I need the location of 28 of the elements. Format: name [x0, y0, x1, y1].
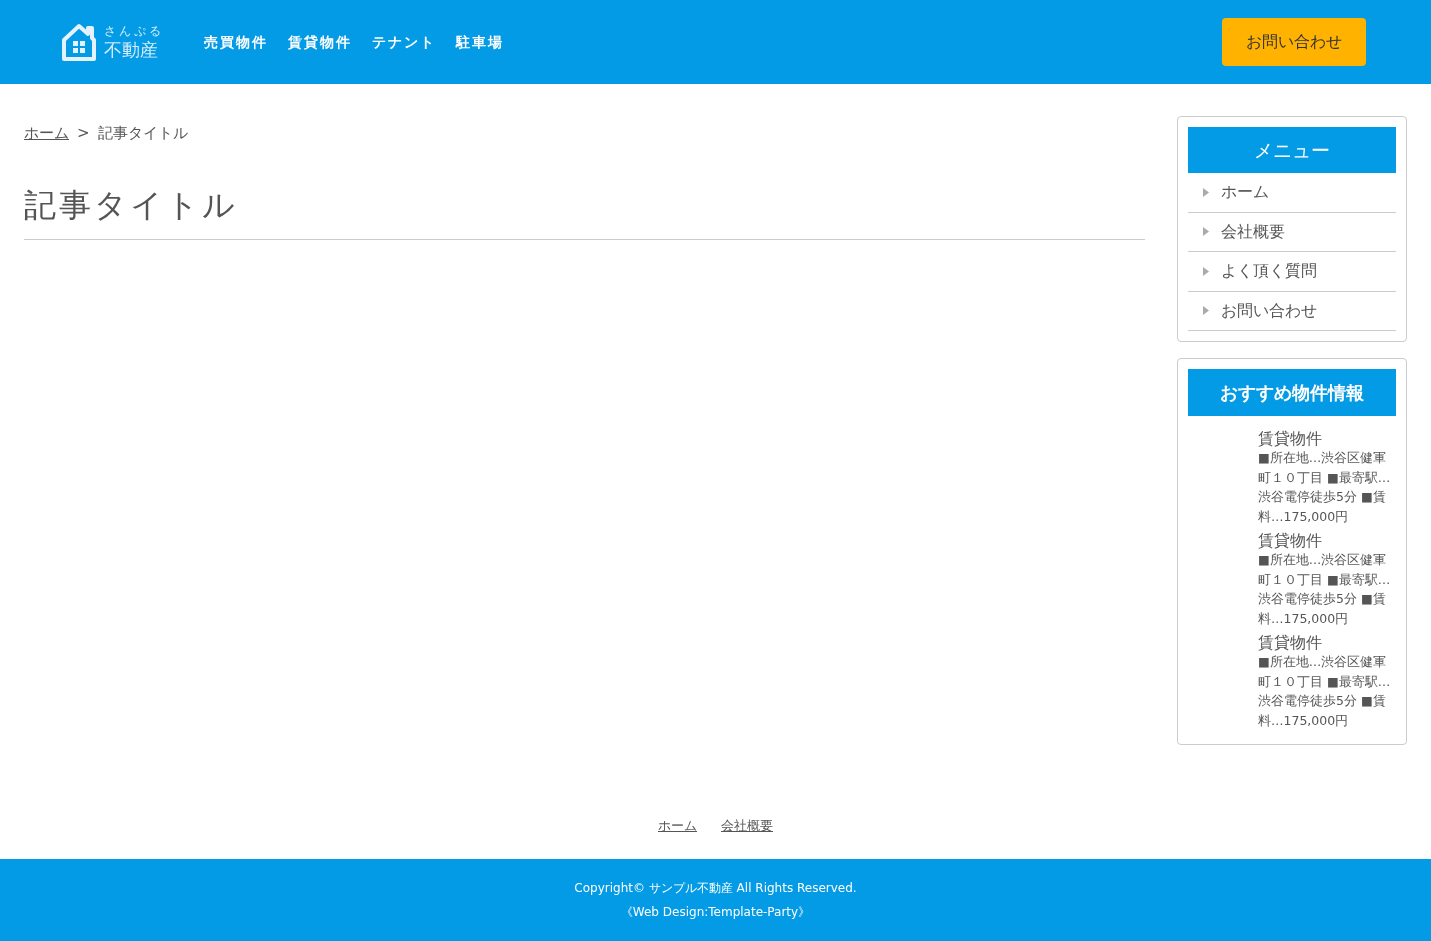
menu-heading: メニュー	[1188, 127, 1396, 173]
property-title[interactable]: 賃貸物件	[1258, 430, 1392, 448]
menu-item[interactable]: ホーム	[1188, 173, 1396, 213]
footer-link[interactable]: ホーム	[658, 815, 697, 835]
recommended-heading: おすすめ物件情報	[1188, 369, 1396, 416]
logo-title: 不動産	[104, 41, 159, 59]
menu-item[interactable]: お問い合わせ	[1188, 291, 1396, 331]
menu-item[interactable]: 会社概要	[1188, 212, 1396, 252]
caret-icon	[1203, 306, 1209, 316]
property-title[interactable]: 賃貸物件	[1258, 634, 1392, 652]
caret-icon	[1203, 227, 1209, 237]
menu-item[interactable]: よく頂く質問	[1188, 252, 1396, 292]
footer-link[interactable]: 会社概要	[721, 815, 773, 835]
breadcrumb-separator: >	[77, 123, 90, 144]
breadcrumb-link[interactable]: ホーム	[24, 122, 69, 145]
caret-icon	[1203, 187, 1209, 197]
caret-icon	[1203, 266, 1209, 276]
breadcrumb-current: 記事タイトル	[97, 123, 188, 144]
logo-subtitle: さんぷる	[104, 25, 164, 37]
credit-text: 《Web Design:Template-Party》	[620, 904, 811, 921]
copyright-text: Copyright© サンプル不動産 All Rights Reserved.	[574, 880, 857, 897]
contact-button[interactable]: お問い合わせ	[1222, 18, 1366, 66]
property-description: ■所在地…渋谷区健軍町１０丁目 ■最寄駅…渋谷電停徒歩5分 ■賃料…175,000円	[1258, 653, 1392, 730]
property-description: ■所在地…渋谷区健軍町１０丁目 ■最寄駅…渋谷電停徒歩5分 ■賃料…175,000円	[1258, 551, 1392, 628]
article-title: 記事タイトル	[24, 180, 1145, 240]
property-title[interactable]: 賃貸物件	[1258, 532, 1392, 550]
house-icon	[62, 23, 96, 61]
property-description: ■所在地…渋谷区健軍町１０丁目 ■最寄駅…渋谷電停徒歩5分 ■賃料…175,000円	[1258, 449, 1392, 526]
